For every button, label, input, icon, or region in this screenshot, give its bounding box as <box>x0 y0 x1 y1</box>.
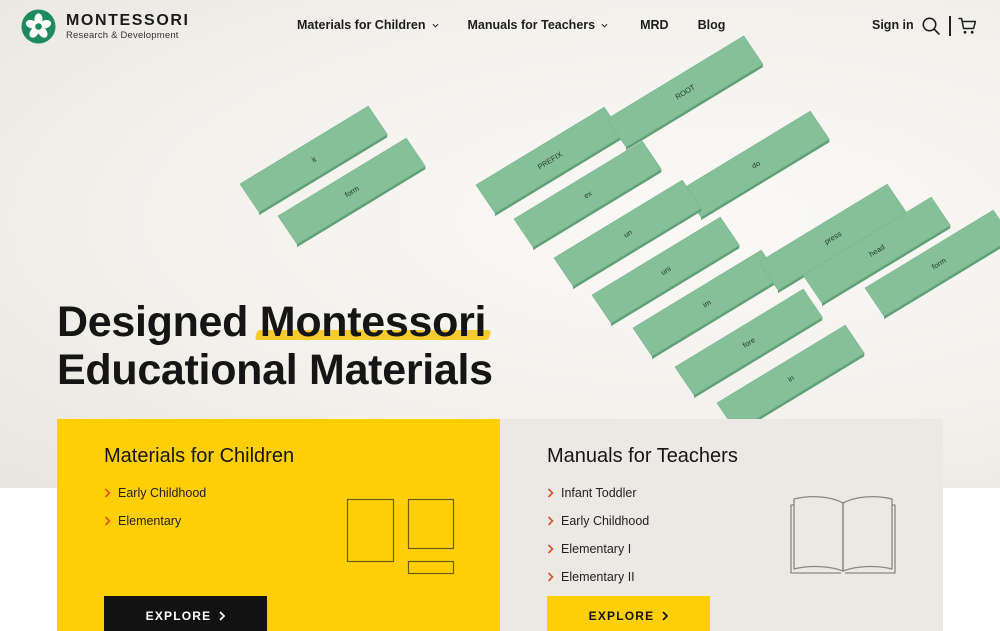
card-link-elementary-i[interactable]: Elementary I <box>547 535 649 563</box>
chevron-right-icon <box>547 488 554 498</box>
sign-in-link[interactable]: Sign in <box>872 18 914 32</box>
chevron-right-icon <box>104 516 111 526</box>
nav-item-mrd[interactable]: MRD <box>640 18 668 32</box>
nav-item-label: Blog <box>697 18 726 32</box>
main-nav: Materials for Children Manuals for Teach… <box>297 18 725 32</box>
card-link-label: Elementary II <box>561 570 635 584</box>
word-cards-illustration: itformPREFIXROOTexdoununiimforeinpresshe… <box>239 35 1000 435</box>
card-link-elementary-ii[interactable]: Elementary II <box>547 563 649 591</box>
explore-label: EXPLORE <box>145 609 212 623</box>
card-link-elementary[interactable]: Elementary <box>104 507 206 535</box>
explore-materials-button[interactable]: EXPLORE <box>104 596 267 631</box>
chevron-right-icon <box>547 544 554 554</box>
card-link-infant-toddler[interactable]: Infant Toddler <box>547 479 649 507</box>
cart-icon[interactable] <box>958 17 977 35</box>
chevron-down-icon <box>601 23 608 28</box>
header-divider <box>949 16 951 36</box>
explore-label: EXPLORE <box>588 609 655 623</box>
card-link-early-childhood[interactable]: Early Childhood <box>104 479 206 507</box>
chevron-right-icon <box>547 572 554 582</box>
card-title: Manuals for Teachers <box>547 445 738 467</box>
headline-line-1: Designed Montessori <box>57 298 493 346</box>
chevron-down-icon <box>432 23 438 28</box>
card-link-label: Elementary <box>118 514 182 528</box>
nav-item-materials-for-children[interactable]: Materials for Children <box>297 18 439 32</box>
nav-item-label: MRD <box>640 18 669 32</box>
nav-item-manuals-for-teachers[interactable]: Manuals for Teachers <box>468 18 609 32</box>
chevron-right-icon <box>219 611 226 621</box>
open-book-icon <box>790 496 896 574</box>
hero-section: it form PREFIX ROOT ex do un uni im fore in press he… <box>0 0 1000 488</box>
headline-line-2: Educational Materials <box>57 346 493 394</box>
montessori-flower-logo-icon <box>21 9 56 44</box>
card-link-list: Early Childhood Elementary <box>104 479 206 535</box>
manuals-for-teachers-card: Manuals for Teachers Infant Toddler Earl… <box>500 419 943 631</box>
chevron-right-icon <box>104 488 111 498</box>
headline-highlight-word: Montessori <box>259 298 487 346</box>
nav-item-label: Manuals for Teachers <box>467 18 596 32</box>
word-card: do <box>681 110 830 221</box>
card-link-early-childhood[interactable]: Early Childhood <box>547 507 649 535</box>
chevron-right-icon <box>662 611 669 621</box>
card-link-label: Early Childhood <box>561 514 650 528</box>
brand-tagline: Research & Development <box>66 29 179 41</box>
brand-name: MONTESSORI <box>66 11 190 29</box>
explore-manuals-button[interactable]: EXPLORE <box>547 596 710 631</box>
card-title: Materials for Children <box>104 445 295 467</box>
card-link-label: Infant Toddler <box>561 486 637 500</box>
hero-headline: Designed Montessori Educational Material… <box>57 298 493 394</box>
site-header: MONTESSORI Research & Development Materi… <box>0 0 1000 54</box>
frames-icon <box>346 498 455 575</box>
card-link-label: Elementary I <box>561 542 632 556</box>
search-icon[interactable] <box>922 17 940 35</box>
nav-item-blog[interactable]: Blog <box>698 18 726 32</box>
materials-for-children-card: Materials for Children Early Childhood E… <box>57 419 500 631</box>
headline-text: Designed <box>57 298 260 346</box>
brand-logo[interactable]: MONTESSORI Research & Development <box>21 9 190 44</box>
card-link-label: Early Childhood <box>118 486 207 500</box>
card-link-list: Infant Toddler Early Childhood Elementar… <box>547 479 649 591</box>
nav-item-label: Materials for Children <box>297 18 426 32</box>
chevron-right-icon <box>547 516 554 526</box>
